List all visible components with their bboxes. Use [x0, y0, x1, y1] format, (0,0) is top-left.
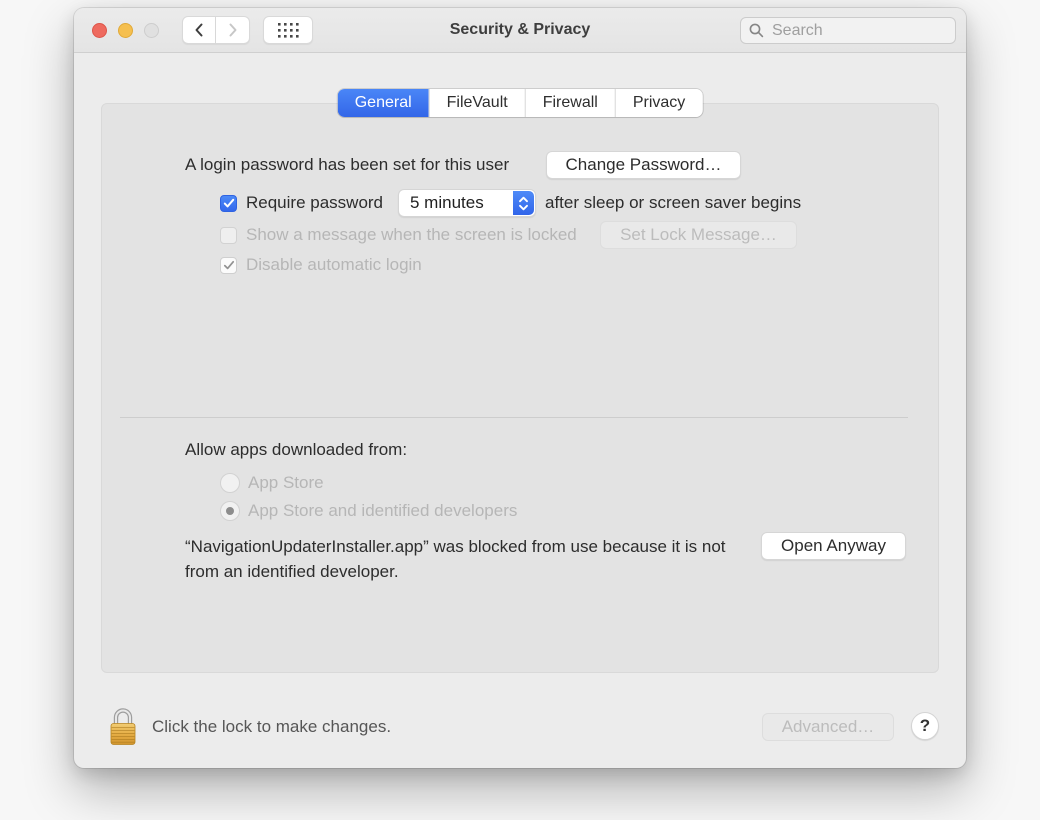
tab-privacy[interactable]: Privacy: [615, 89, 702, 117]
lock-message-label: Show a message when the screen is locked: [246, 225, 577, 245]
chevron-right-icon: [227, 22, 239, 38]
traffic-lights: [92, 8, 159, 52]
require-password-delay-select[interactable]: 5 minutes: [398, 189, 536, 217]
zoom-button-disabled: [144, 23, 159, 38]
nav-button-group: [182, 16, 250, 44]
delay-selected-value: 5 minutes: [399, 193, 484, 213]
search-input[interactable]: [770, 21, 947, 41]
auto-login-label: Disable automatic login: [246, 255, 422, 275]
app-store-radio[interactable]: [220, 473, 240, 493]
close-button[interactable]: [92, 23, 107, 38]
tab-firewall[interactable]: Firewall: [525, 89, 615, 117]
chevron-left-icon: [193, 22, 205, 38]
require-password-checkbox[interactable]: [220, 195, 237, 212]
help-button[interactable]: ?: [911, 712, 939, 740]
stepper-cap: [513, 191, 534, 215]
change-password-button[interactable]: Change Password…: [546, 151, 741, 179]
lock-message-checkbox[interactable]: [220, 227, 237, 244]
radio-row-identified-developers: App Store and identified developers: [220, 497, 517, 525]
lock-icon[interactable]: [108, 705, 138, 752]
password-set-label: A login password has been set for this u…: [185, 151, 509, 179]
checkmark-icon: [223, 260, 235, 271]
tab-bar: General FileVault Firewall Privacy: [338, 89, 703, 117]
forward-button[interactable]: [216, 16, 250, 44]
search-field[interactable]: [740, 17, 956, 44]
search-icon: [749, 23, 764, 38]
advanced-button[interactable]: Advanced…: [762, 713, 894, 741]
checkmark-icon: [223, 198, 235, 209]
section-divider: [120, 417, 908, 418]
blocked-app-message: “NavigationUpdaterInstaller.app” was blo…: [185, 534, 757, 584]
radio-row-app-store: App Store: [220, 469, 324, 497]
allow-apps-label: Allow apps downloaded from:: [185, 436, 407, 464]
auto-login-row: Disable automatic login: [220, 251, 422, 279]
identified-developers-radio[interactable]: [220, 501, 240, 521]
security-privacy-window: Security & Privacy General FileVault Fir…: [74, 8, 966, 768]
tab-filevault[interactable]: FileVault: [429, 89, 525, 117]
set-lock-message-button[interactable]: Set Lock Message…: [600, 221, 797, 249]
up-down-chevrons-icon: [518, 195, 529, 212]
back-button[interactable]: [182, 16, 216, 44]
lock-hint-label: Click the lock to make changes.: [152, 713, 391, 741]
require-password-label[interactable]: Require password: [246, 193, 383, 213]
show-all-button[interactable]: [263, 16, 313, 44]
require-password-suffix: after sleep or screen saver begins: [545, 189, 801, 217]
identified-developers-radio-label: App Store and identified developers: [248, 501, 517, 521]
open-anyway-button[interactable]: Open Anyway: [761, 532, 906, 560]
auto-login-checkbox[interactable]: [220, 257, 237, 274]
lock-message-row: Show a message when the screen is locked: [220, 221, 577, 249]
minimize-button[interactable]: [118, 23, 133, 38]
radio-dot: [226, 507, 234, 515]
app-store-radio-label: App Store: [248, 473, 324, 493]
tab-general[interactable]: General: [338, 89, 429, 117]
titlebar[interactable]: Security & Privacy: [74, 8, 966, 53]
grid-icon: [278, 23, 299, 38]
require-password-row: Require password: [220, 189, 383, 217]
